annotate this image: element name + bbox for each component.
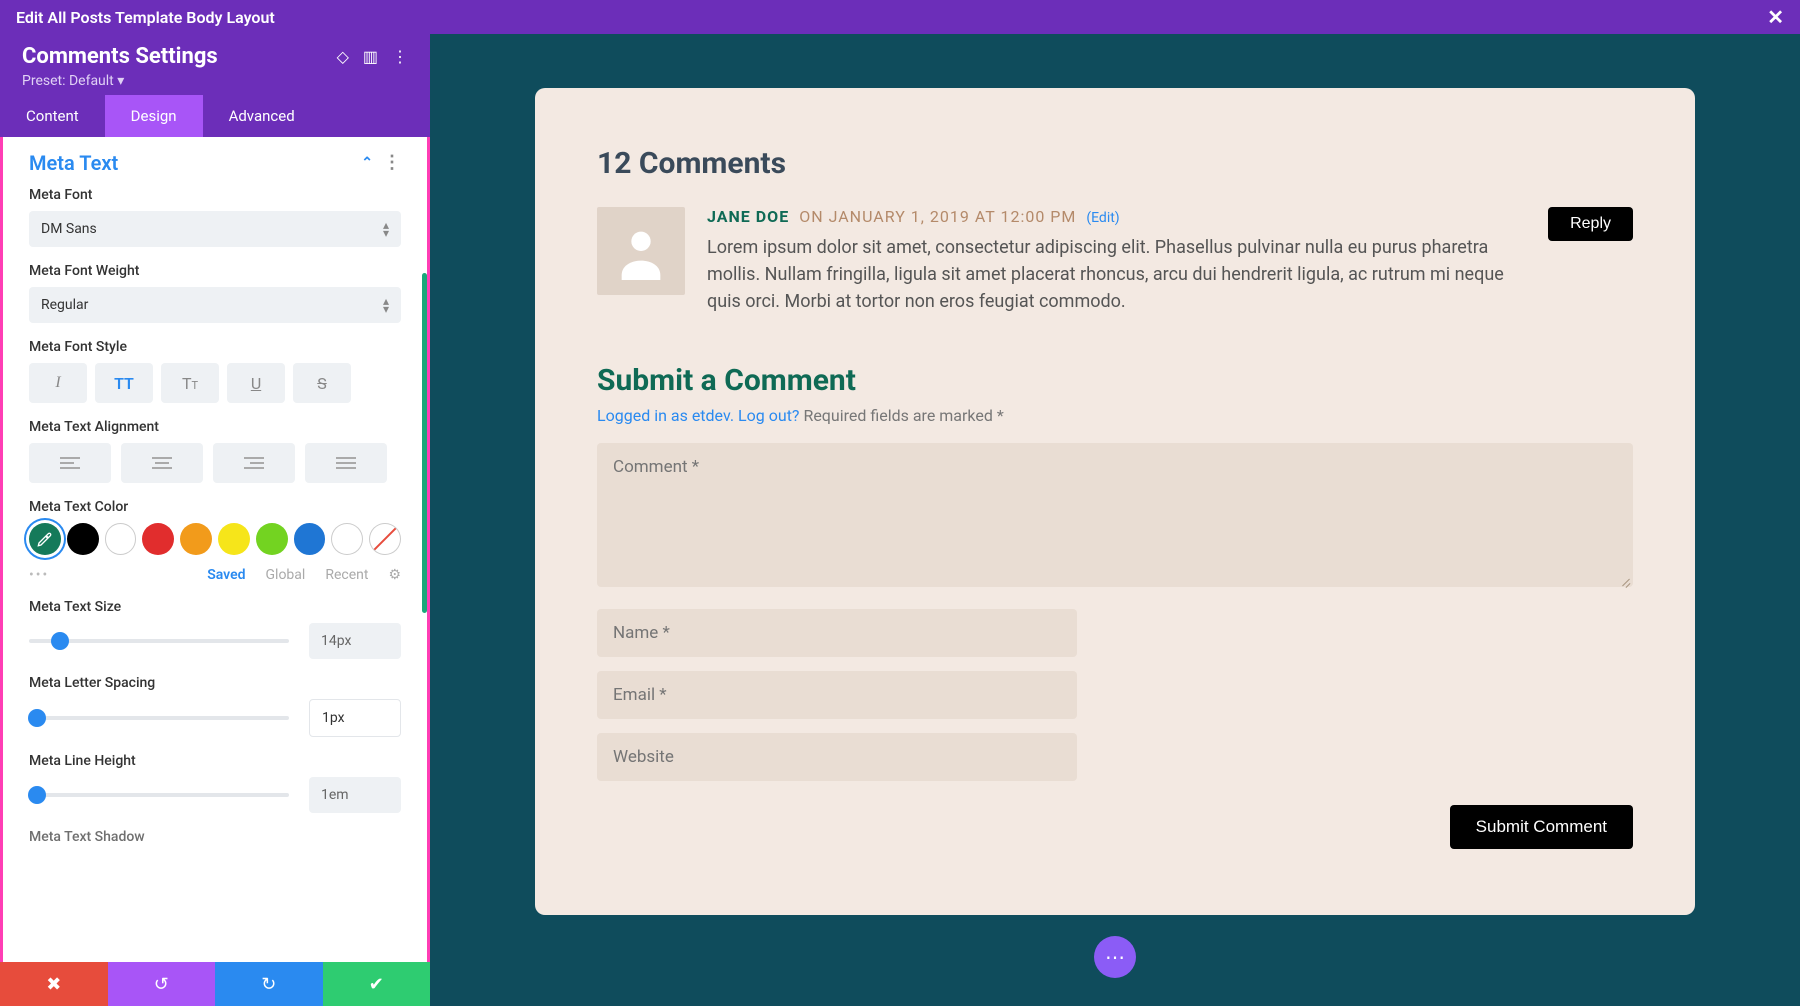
preset-selector[interactable]: Preset: Default ▾	[22, 73, 408, 89]
label-meta-text-color: Meta Text Color	[29, 499, 401, 515]
preview-canvas: 12 Comments JANE DOE ON JANUARY 1, 2019 …	[430, 34, 1800, 1006]
label-meta-letter-spacing: Meta Letter Spacing	[29, 675, 401, 691]
comments-heading: 12 Comments	[597, 146, 1633, 181]
label-meta-font-weight: Meta Font Weight	[29, 263, 401, 279]
chevron-down-icon: ▾	[117, 73, 124, 89]
style-strikethrough-button[interactable]: S	[293, 363, 351, 403]
header-bar: Edit All Posts Template Body Layout ✕	[0, 0, 1800, 34]
comment-date: ON JANUARY 1, 2019 AT 12:00 PM	[799, 207, 1076, 226]
scroll-indicator	[422, 273, 427, 613]
sidebar-header: Comments Settings ◇ ▥ ⋮ Preset: Default …	[0, 34, 430, 95]
tab-design[interactable]: Design	[105, 95, 203, 137]
login-note: Logged in as etdev. Log out? Required fi…	[597, 406, 1633, 425]
color-swatch[interactable]	[331, 523, 363, 555]
logged-in-link[interactable]: Logged in as etdev.	[597, 406, 734, 425]
comment-textarea[interactable]	[597, 443, 1633, 587]
color-swatch[interactable]	[218, 523, 250, 555]
avatar	[597, 207, 685, 295]
color-swatch[interactable]	[105, 523, 137, 555]
color-swatch[interactable]	[142, 523, 174, 555]
floating-actions-button[interactable]: ⋯	[1094, 936, 1136, 978]
logout-link[interactable]: Log out?	[738, 406, 799, 425]
input-line-height[interactable]: 1em	[309, 777, 401, 813]
color-swatch-row	[29, 523, 401, 555]
select-arrows-icon: ▴▾	[383, 221, 389, 237]
color-swatch[interactable]	[67, 523, 99, 555]
header-title: Edit All Posts Template Body Layout	[16, 8, 275, 27]
kebab-menu-icon[interactable]: ⋮	[392, 47, 408, 66]
align-left-button[interactable]	[29, 443, 111, 483]
comments-module: 12 Comments JANE DOE ON JANUARY 1, 2019 …	[535, 88, 1695, 915]
email-input[interactable]	[597, 671, 1077, 719]
input-letter-spacing[interactable]: 1px	[309, 699, 401, 737]
submit-comment-button[interactable]: Submit Comment	[1450, 805, 1633, 849]
chevron-up-icon[interactable]: ⌃	[361, 155, 373, 171]
select-arrows-icon: ▴▾	[383, 297, 389, 313]
slider-letter-spacing[interactable]	[29, 716, 289, 720]
slider-text-size[interactable]	[29, 639, 289, 643]
select-meta-font[interactable]: DM Sans ▴▾	[29, 211, 401, 247]
save-button[interactable]: ✔	[323, 962, 431, 1006]
sidebar-title: Comments Settings	[22, 44, 218, 69]
resize-handle-icon[interactable]	[1617, 575, 1629, 587]
color-tab-global[interactable]: Global	[266, 567, 306, 583]
label-meta-font: Meta Font	[29, 187, 401, 203]
comment-body-text: Lorem ipsum dolor sit amet, consectetur …	[707, 234, 1528, 315]
drag-handle-icon[interactable]: •••	[29, 567, 49, 583]
label-meta-text-alignment: Meta Text Alignment	[29, 419, 401, 435]
reply-button[interactable]: Reply	[1548, 207, 1633, 241]
input-text-size[interactable]: 14px	[309, 623, 401, 659]
columns-icon[interactable]: ▥	[363, 47, 378, 66]
align-right-button[interactable]	[213, 443, 295, 483]
required-note: Required fields are marked *	[803, 406, 1003, 425]
tab-content[interactable]: Content	[0, 95, 105, 137]
style-smallcaps-button[interactable]: TT	[161, 363, 219, 403]
sidebar-bottom-bar: ✖ ↺ ↻ ✔	[0, 962, 430, 1006]
settings-sidebar: Comments Settings ◇ ▥ ⋮ Preset: Default …	[0, 34, 430, 1006]
name-input[interactable]	[597, 609, 1077, 657]
undo-button[interactable]: ↺	[108, 962, 216, 1006]
color-swatch[interactable]	[256, 523, 288, 555]
color-swatch[interactable]	[294, 523, 326, 555]
focus-icon[interactable]: ◇	[337, 47, 349, 66]
color-tab-recent[interactable]: Recent	[325, 567, 368, 583]
align-center-button[interactable]	[121, 443, 203, 483]
label-meta-font-style: Meta Font Style	[29, 339, 401, 355]
slider-line-height[interactable]	[29, 793, 289, 797]
style-uppercase-button[interactable]: TT	[95, 363, 153, 403]
color-tab-saved[interactable]: Saved	[207, 567, 245, 583]
panel-body: Meta Text ⌃ ⋮ Meta Font DM Sans ▴▾ Meta …	[0, 137, 430, 1006]
comment-author[interactable]: JANE DOE	[707, 207, 789, 226]
submit-heading: Submit a Comment	[597, 363, 1633, 398]
label-meta-text-size: Meta Text Size	[29, 599, 401, 615]
select-meta-font-weight[interactable]: Regular ▴▾	[29, 287, 401, 323]
align-justify-button[interactable]	[305, 443, 387, 483]
label-meta-text-shadow: Meta Text Shadow	[29, 829, 401, 845]
color-swatch-selected[interactable]	[29, 523, 61, 555]
gear-icon[interactable]: ⚙	[388, 567, 401, 583]
color-swatch-none[interactable]	[369, 523, 401, 555]
label-meta-line-height: Meta Line Height	[29, 753, 401, 769]
section-header-meta-text[interactable]: Meta Text ⌃ ⋮	[29, 151, 401, 175]
color-swatch[interactable]	[180, 523, 212, 555]
tab-advanced[interactable]: Advanced	[203, 95, 321, 137]
settings-tabs: Content Design Advanced	[0, 95, 430, 137]
cancel-button[interactable]: ✖	[0, 962, 108, 1006]
comment-edit-link[interactable]: (Edit)	[1086, 210, 1119, 226]
style-italic-button[interactable]: I	[29, 363, 87, 403]
close-icon[interactable]: ✕	[1767, 5, 1784, 29]
redo-button[interactable]: ↻	[215, 962, 323, 1006]
comment-meta: JANE DOE ON JANUARY 1, 2019 AT 12:00 PM …	[707, 207, 1528, 226]
style-underline-button[interactable]: U	[227, 363, 285, 403]
website-input[interactable]	[597, 733, 1077, 781]
